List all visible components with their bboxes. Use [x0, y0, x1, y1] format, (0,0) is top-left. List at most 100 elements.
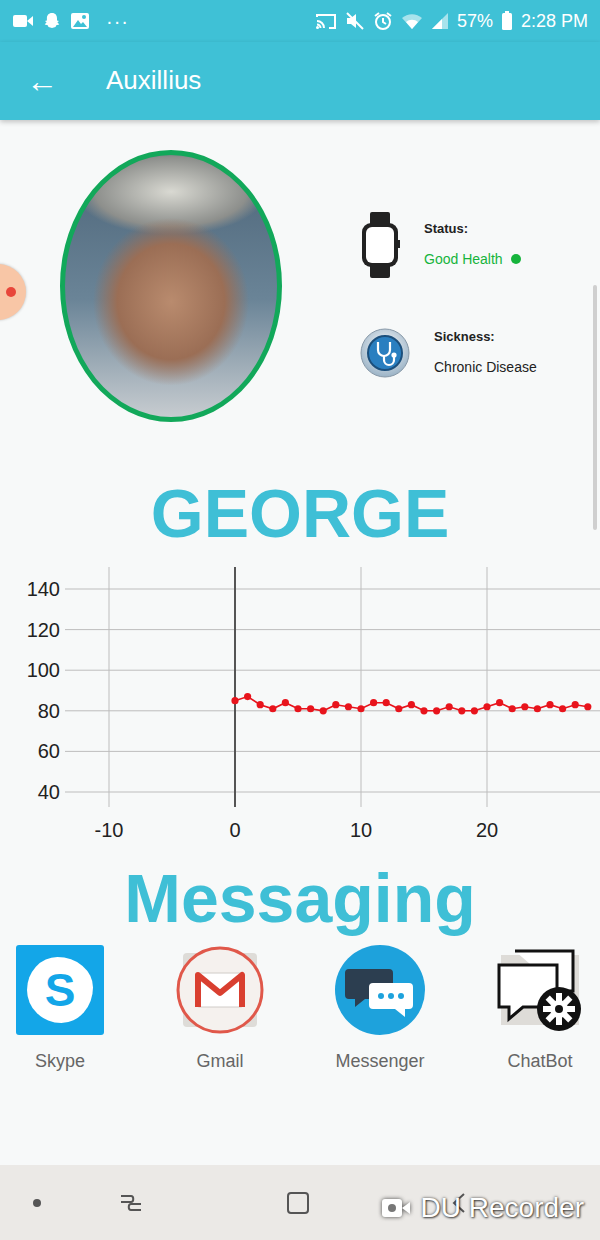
grid-line — [65, 629, 600, 630]
data-point — [471, 708, 478, 715]
data-point — [408, 702, 415, 709]
mute-icon — [345, 11, 365, 31]
data-point — [231, 697, 238, 704]
data-point — [584, 704, 591, 711]
y-tick-label: 100 — [27, 660, 60, 682]
data-point — [534, 706, 541, 713]
y-tick-label: 80 — [38, 700, 60, 722]
data-point — [282, 699, 289, 706]
grid-line — [65, 751, 600, 752]
data-point — [420, 708, 427, 715]
wifi-icon — [401, 12, 423, 30]
record-dot-icon — [6, 287, 16, 297]
status-label: Status: — [424, 221, 521, 238]
grid-line — [65, 589, 600, 590]
app-launcher[interactable]: Messenger — [328, 945, 432, 1073]
scrollbar[interactable] — [593, 285, 597, 530]
data-point — [433, 708, 440, 715]
data-point — [483, 704, 490, 711]
x-tick-label: 10 — [350, 819, 372, 841]
back-button[interactable]: ← — [26, 65, 66, 97]
y-axis-line — [234, 567, 236, 807]
y-tick-label: 40 — [38, 781, 60, 803]
gmail-icon[interactable] — [175, 945, 265, 1035]
grid-line — [65, 670, 600, 671]
chatbot-icon[interactable] — [495, 945, 585, 1035]
app-title: Auxillius — [106, 65, 201, 96]
data-point — [269, 706, 276, 713]
sickness-label: Sickness: — [434, 329, 537, 346]
video-icon — [12, 13, 34, 29]
watermark-text: DU Recorder — [421, 1193, 584, 1224]
battery-icon — [501, 11, 513, 31]
cast-icon — [315, 12, 337, 30]
x-tick-label: -10 — [95, 819, 124, 841]
signal-icon — [431, 12, 449, 30]
app-bar: ← Auxillius — [0, 42, 600, 120]
app-label[interactable]: ChatBot — [507, 1051, 572, 1073]
app-launcher[interactable]: S Skype — [8, 945, 112, 1073]
clock: 2:28 PM — [521, 8, 588, 35]
data-point — [521, 704, 528, 711]
app-launcher[interactable]: Gmail — [168, 945, 272, 1073]
y-tick-label: 60 — [38, 741, 60, 763]
status-bar: ··· 57% 2:28 PM — [0, 0, 600, 42]
data-point — [320, 708, 327, 715]
app-screen: ··· 57% 2:28 PM ← Auxillius — [0, 0, 600, 1240]
data-point — [572, 702, 579, 709]
grid-line — [361, 567, 362, 807]
skype-logo-letter: S — [45, 967, 76, 1013]
sickness-value: Chronic Disease — [434, 346, 537, 376]
data-point — [307, 706, 314, 713]
sickness-item: Sickness: Chronic Disease — [360, 328, 537, 378]
y-tick-label: 120 — [27, 619, 60, 641]
profile-info: Status: Good Health Sicknes — [360, 150, 537, 422]
messaging-heading: Messaging — [0, 863, 600, 934]
profile-header: Status: Good Health Sicknes — [0, 120, 600, 422]
stethoscope-icon — [360, 328, 410, 378]
data-point — [257, 702, 264, 709]
data-point — [458, 708, 465, 715]
data-point — [332, 702, 339, 709]
data-point — [546, 702, 553, 709]
battery-level: 57% — [457, 8, 493, 35]
data-point — [509, 706, 516, 713]
x-tick-label: 0 — [229, 819, 240, 841]
navigation-bar: DU Recorder — [0, 1165, 600, 1240]
data-point — [345, 704, 352, 711]
data-point — [446, 704, 453, 711]
data-point — [496, 699, 503, 706]
grid-line — [65, 711, 600, 712]
smartwatch-icon — [360, 212, 400, 278]
data-point — [559, 706, 566, 713]
app-label[interactable]: Gmail — [196, 1051, 243, 1073]
data-point — [395, 706, 402, 713]
app-label[interactable]: Skype — [35, 1051, 85, 1073]
data-point — [294, 706, 301, 713]
data-point — [357, 706, 364, 713]
more-notifications: ··· — [106, 11, 129, 31]
status-item: Status: Good Health — [360, 212, 537, 278]
messaging-apps: S Skype Gmail Messenger ChatBot — [0, 945, 600, 1073]
health-dot — [511, 254, 521, 264]
messenger-icon[interactable] — [335, 945, 425, 1035]
profile-photo — [60, 150, 282, 422]
patient-name: GEORGE — [0, 478, 600, 549]
recents-icon[interactable] — [118, 1192, 144, 1214]
chart-canvas: 140 120 100 80 60 40 -10 0 10 20 — [0, 565, 600, 845]
floating-recorder-bubble[interactable] — [0, 264, 26, 320]
app-launcher[interactable]: ChatBot — [488, 945, 592, 1073]
nav-dot-icon[interactable] — [33, 1199, 41, 1207]
data-point — [244, 693, 251, 700]
app-label[interactable]: Messenger — [335, 1051, 424, 1073]
data-point — [370, 699, 377, 706]
x-tick-label: 20 — [476, 819, 498, 841]
y-tick-label: 140 — [27, 578, 60, 600]
home-icon[interactable] — [286, 1191, 310, 1215]
grid-line — [487, 567, 488, 807]
data-point — [383, 699, 390, 706]
skype-icon[interactable]: S — [15, 945, 105, 1035]
recorder-watermark: DU Recorder — [381, 1193, 584, 1224]
status-value: Good Health — [424, 238, 503, 268]
grid-line — [109, 567, 110, 807]
